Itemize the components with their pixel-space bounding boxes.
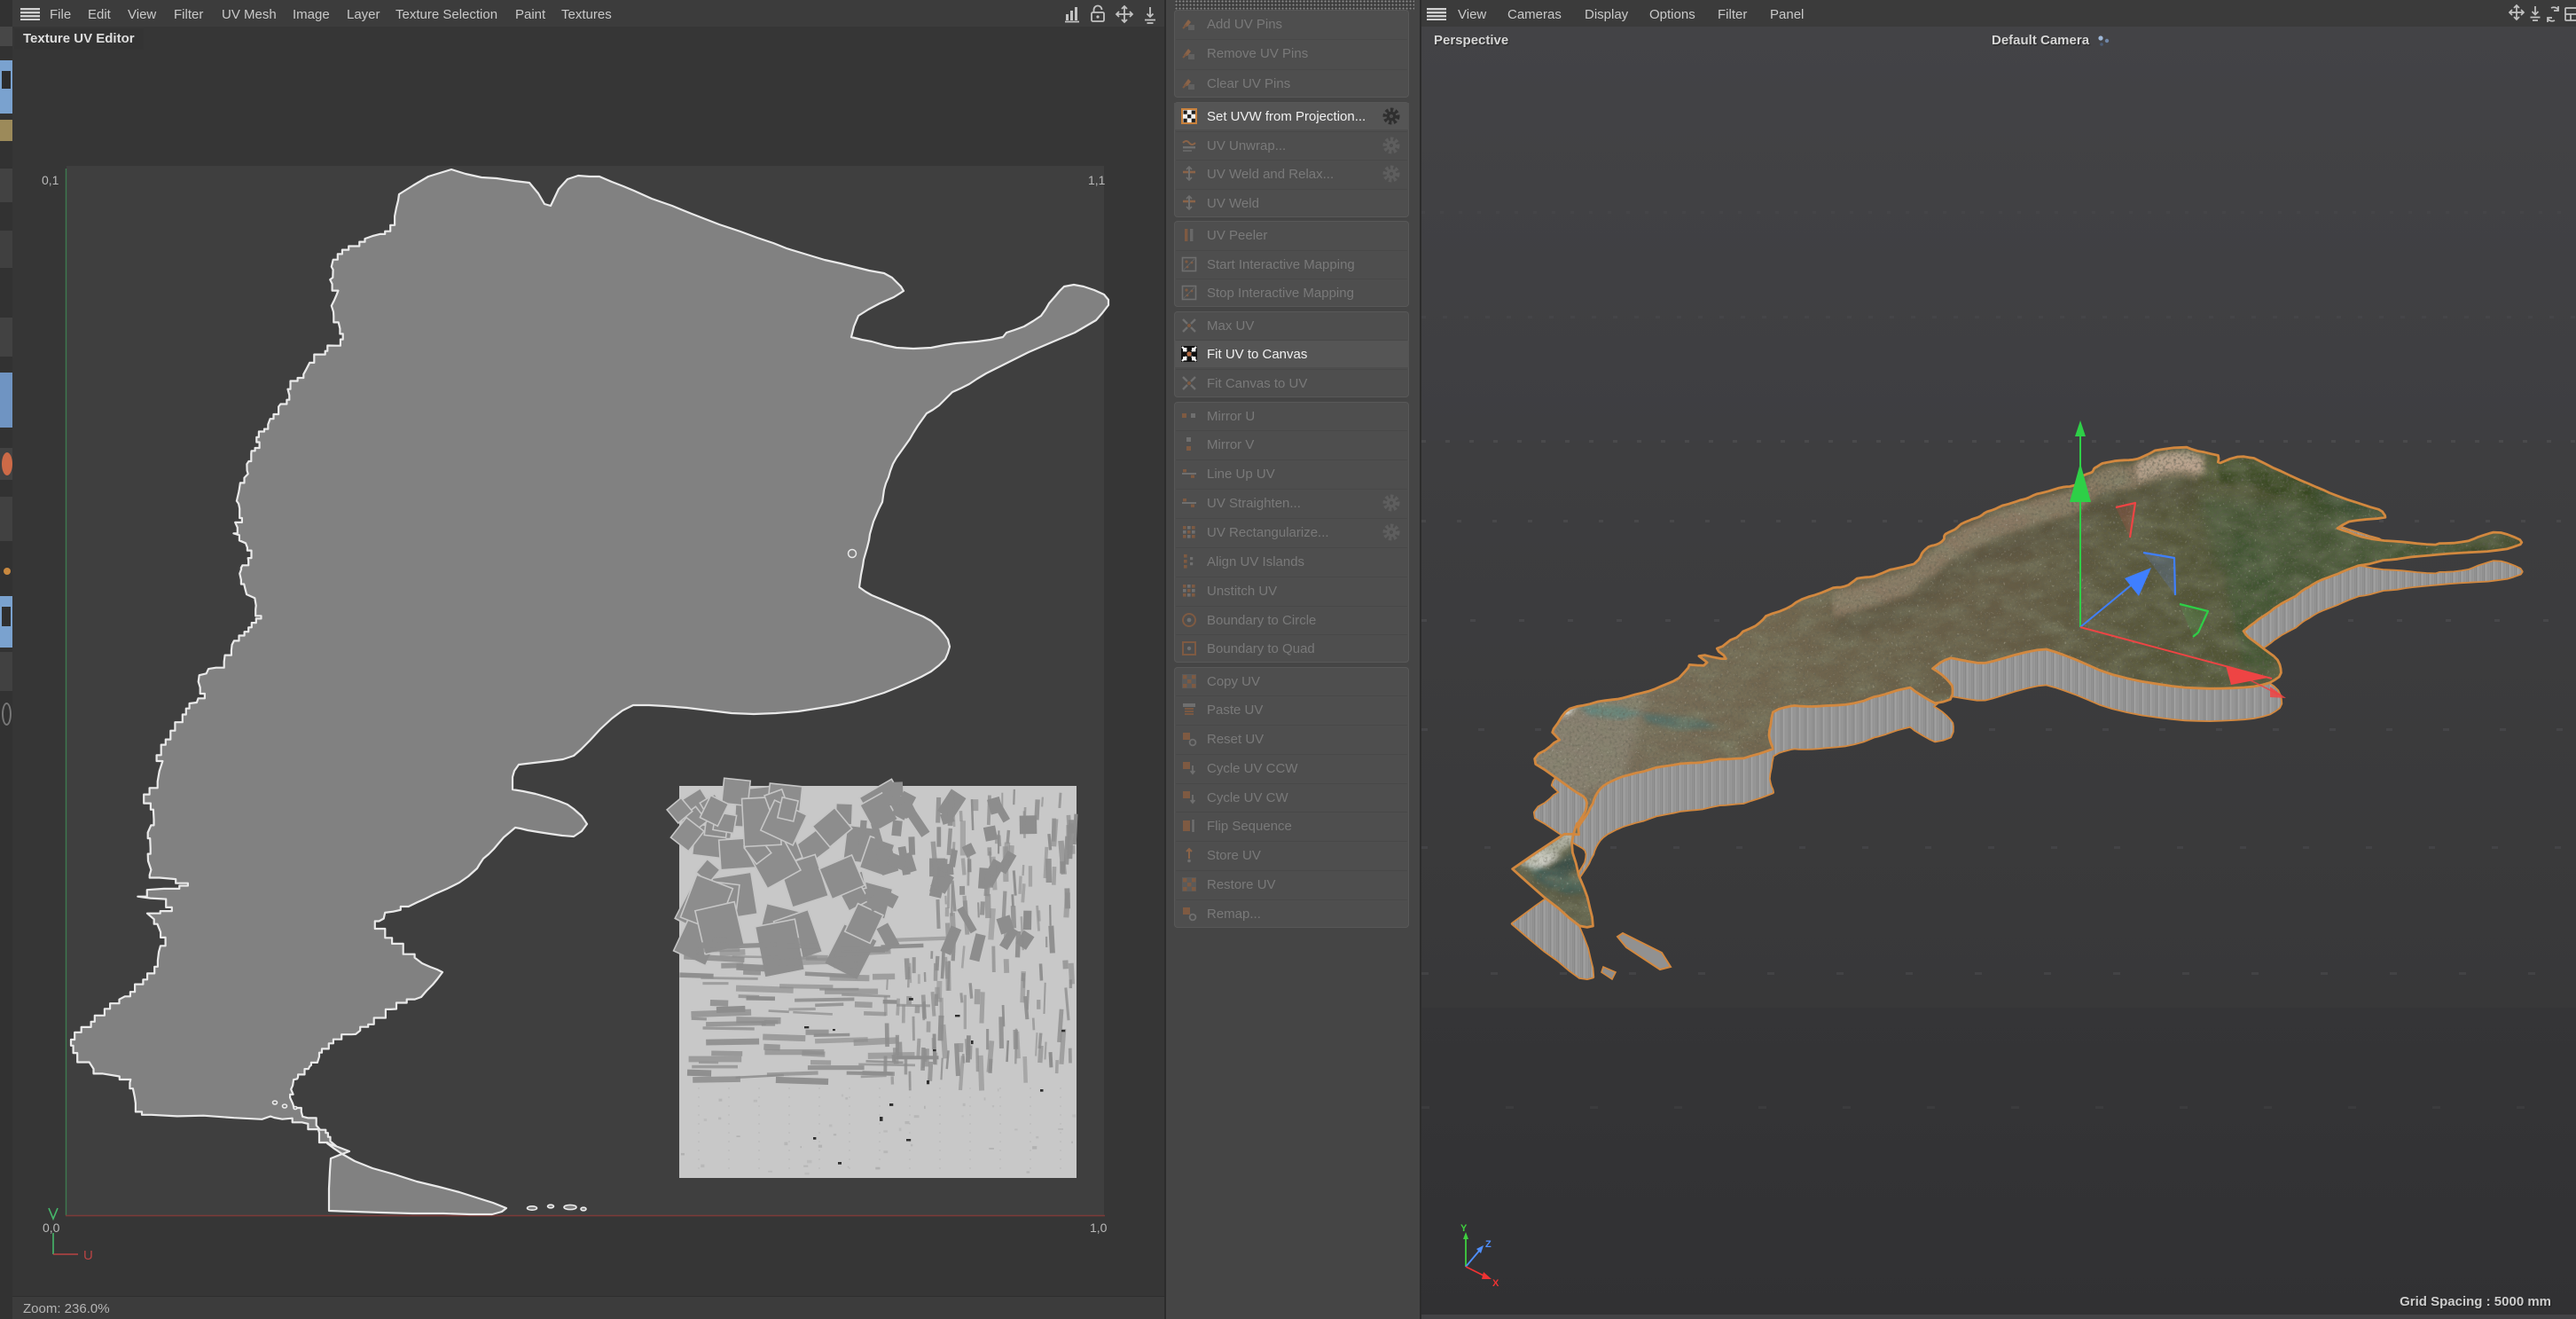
svg-text:Y: Y <box>1460 1223 1468 1234</box>
svg-text:Z: Z <box>1485 1239 1492 1250</box>
svg-text:X: X <box>1492 1278 1499 1289</box>
